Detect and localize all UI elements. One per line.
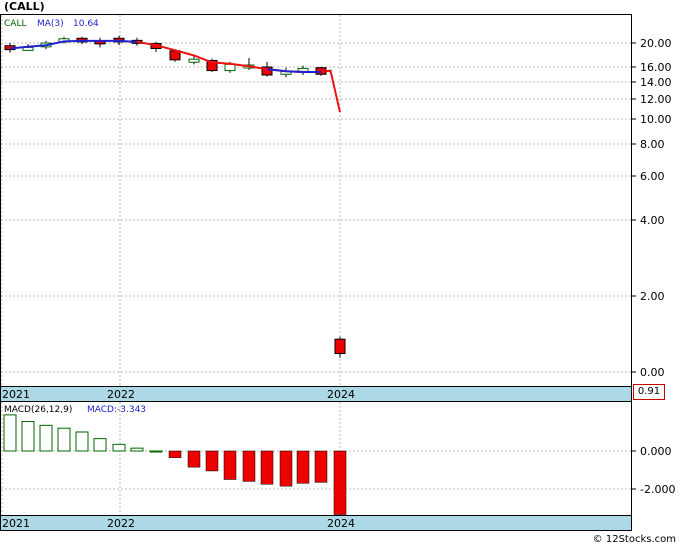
candle-body-down <box>334 338 346 355</box>
last-price-label: 0.91 <box>633 384 665 400</box>
macd-bar-negative <box>314 450 328 483</box>
macd-x-tick-label: 2022 <box>107 517 135 530</box>
macd-bar-negative <box>223 450 237 480</box>
macd-y-tick-label: 0.000 <box>640 445 672 458</box>
price-y-tick-label: 4.00 <box>640 214 665 227</box>
price-y-tick-label: 20.00 <box>640 37 672 50</box>
macd-bar-positive <box>3 414 17 452</box>
price-y-tick-label: 8.00 <box>640 138 665 151</box>
macd-x-tick-label: 2021 <box>2 517 30 530</box>
price-y-tick-label: 12.00 <box>640 93 672 106</box>
legend-ma-value: 10.64 <box>73 19 99 29</box>
macd-bar-negative <box>205 450 219 472</box>
macd-bar-negative <box>242 450 256 482</box>
price-y-ticks: 20.00 16.00 14.00 12.00 10.00 8.00 6.00 4.00 2.0… <box>631 37 672 379</box>
price-x-tick-label: 2021 <box>2 388 30 401</box>
price-y-tick-label: 10.00 <box>640 113 672 126</box>
candle-body-up <box>188 58 200 63</box>
macd-bar-negative <box>260 450 274 485</box>
price-y-tick-label: 14.00 <box>640 76 672 89</box>
macd-x-tick-label: 2024 <box>327 517 355 530</box>
price-x-tick-label: 2022 <box>107 388 135 401</box>
price-y-tick-label: 6.00 <box>640 170 665 183</box>
macd-bar-positive <box>39 424 53 452</box>
macd-y-tick-label: -2.000 <box>640 483 675 496</box>
macd-bar-negative <box>333 450 347 515</box>
candle-body-up <box>224 63 236 72</box>
macd-x-axis-band <box>0 515 632 531</box>
price-x-axis-band <box>0 386 632 402</box>
footer-credit: © 12Stocks.com <box>592 534 676 545</box>
macd-bar-negative <box>187 450 201 468</box>
macd-bar-positive <box>112 443 126 452</box>
macd-y-ticks: 0.000 -2.000 <box>631 445 675 496</box>
macd-bar-negative <box>296 450 310 484</box>
macd-bar-negative <box>168 450 182 458</box>
price-y-tick-label: 0.00 <box>640 366 665 379</box>
macd-bar-positive <box>93 438 107 452</box>
price-y-tick-label: 16.00 <box>640 61 672 74</box>
macd-bar-positive <box>149 450 163 453</box>
macd-legend-name: MACD(26,12,9) <box>4 405 72 415</box>
macd-bar-positive <box>21 421 35 452</box>
macd-bar-negative <box>279 450 293 487</box>
price-y-tick-label: 2.00 <box>640 290 665 303</box>
chart-canvas: 20.00 16.00 14.00 12.00 10.00 8.00 6.00 4.00 2.0… <box>0 14 675 531</box>
macd-bar-positive <box>130 447 144 452</box>
legend-ticker: CALL <box>4 19 26 29</box>
macd-legend-value: MACD:-3.343 <box>87 405 146 415</box>
price-x-tick-label: 2024 <box>327 388 355 401</box>
legend-ma-name: MA(3) <box>37 19 64 29</box>
macd-bar-positive <box>75 431 89 452</box>
macd-bar-positive <box>57 427 71 452</box>
